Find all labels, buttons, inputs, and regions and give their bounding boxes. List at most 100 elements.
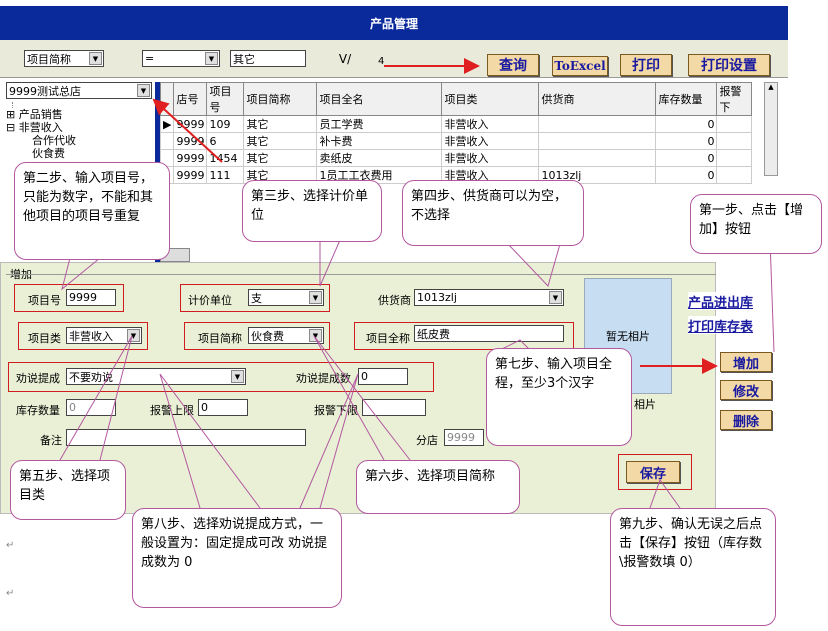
commission-num-input[interactable]: 0 bbox=[358, 368, 408, 385]
cell[interactable]: 9999 bbox=[173, 166, 208, 184]
store-select[interactable]: 9999测试总店 ▼ bbox=[6, 82, 152, 99]
cell[interactable]: 0 bbox=[655, 149, 718, 167]
cell[interactable]: 员工学费 bbox=[316, 115, 443, 133]
photo-placeholder-text: 暂无相片 bbox=[606, 330, 650, 343]
callout-step9: 第九步、确认无误之后点击【保存】按钮（库存数\报警数填 0） bbox=[610, 508, 776, 626]
cell[interactable]: 卖纸皮 bbox=[316, 149, 443, 167]
grid-scrollbar[interactable]: ▲ bbox=[764, 82, 778, 176]
col-header[interactable]: 报警下 bbox=[716, 82, 753, 116]
col-header[interactable]: 供货商 bbox=[538, 82, 657, 116]
tree-item-agent-collect[interactable]: 合作代收 bbox=[32, 134, 156, 147]
print-stock-link[interactable]: 打印库存表 bbox=[688, 316, 774, 334]
cell[interactable]: 9999 bbox=[173, 132, 208, 150]
search-operator-value: = bbox=[145, 52, 155, 65]
paragraph-mark: ↵ bbox=[6, 588, 15, 599]
expand-icon[interactable]: ⊞ bbox=[6, 108, 15, 121]
col-header[interactable]: 库存数量 bbox=[655, 82, 718, 116]
search-value-text: 其它 bbox=[233, 52, 255, 66]
cell[interactable]: 其它 bbox=[243, 115, 318, 133]
col-header[interactable]: 项目全名 bbox=[316, 82, 443, 116]
col-header[interactable]: 项目简称 bbox=[243, 82, 318, 116]
tree-item-nonrevenue[interactable]: ⊟ 非营收入 bbox=[6, 121, 156, 134]
table-header-row: 店号 项目号 项目简称 项目全名 项目类 供货商 库存数量 报警下 bbox=[159, 82, 753, 116]
edit-button[interactable]: 修改 bbox=[720, 380, 772, 400]
col-header[interactable]: 项目号 bbox=[206, 82, 245, 116]
row-indicator-header bbox=[159, 82, 175, 116]
cell[interactable]: 补卡费 bbox=[316, 132, 443, 150]
cell[interactable] bbox=[538, 132, 657, 150]
chevron-down-icon: ▼ bbox=[127, 329, 140, 342]
cell[interactable]: 9999 bbox=[173, 115, 208, 133]
window-title-bar: 产品管理 bbox=[0, 6, 788, 40]
table-row[interactable]: ▶ 9999 109 其它 员工学费 非营收入 0 bbox=[159, 115, 753, 133]
item-no-input[interactable]: 9999 bbox=[66, 289, 116, 306]
stock-input[interactable]: 0 bbox=[66, 399, 116, 416]
v-button[interactable]: V/ bbox=[312, 49, 378, 68]
alarm-down-label: 报警下限 bbox=[314, 404, 358, 417]
cell[interactable] bbox=[716, 149, 753, 167]
search-field-value: 项目简称 bbox=[27, 52, 71, 66]
search-field-select[interactable]: 项目简称 ▼ bbox=[24, 50, 104, 67]
cell[interactable]: 9999 bbox=[173, 149, 208, 167]
cell[interactable] bbox=[538, 115, 657, 133]
cell[interactable] bbox=[716, 132, 753, 150]
row-indicator-icon: ▶ bbox=[159, 115, 175, 133]
callout-step6: 第六步、选择项目简称 bbox=[356, 460, 520, 514]
full-name-input[interactable]: 纸皮费 bbox=[414, 325, 564, 342]
stock-in-out-link[interactable]: 产品进出库 bbox=[688, 292, 770, 310]
supplier-label: 供货商 bbox=[378, 294, 411, 307]
cell[interactable]: 109 bbox=[206, 115, 245, 133]
cell[interactable]: 非营收入 bbox=[441, 149, 540, 167]
table-row[interactable]: 9999 1454 其它 卖纸皮 非营收入 0 bbox=[159, 149, 753, 167]
unit-label: 计价单位 bbox=[188, 294, 232, 307]
search-value-input[interactable]: 其它 bbox=[230, 50, 306, 67]
query-button[interactable]: 查询 bbox=[487, 54, 539, 76]
branch-input[interactable]: 9999 bbox=[444, 429, 484, 446]
cell[interactable]: 0 bbox=[655, 166, 718, 184]
collapse-icon[interactable]: ⊟ bbox=[6, 121, 15, 134]
cell[interactable] bbox=[716, 166, 753, 184]
table-row[interactable]: 9999 6 其它 补卡费 非营收入 0 bbox=[159, 132, 753, 150]
tree-item-label: 产品销售 bbox=[18, 108, 63, 121]
cell[interactable]: 1454 bbox=[206, 149, 245, 167]
col-header[interactable]: 店号 bbox=[173, 82, 208, 116]
cell[interactable]: 111 bbox=[206, 166, 245, 184]
item-table: 店号 项目号 项目简称 项目全名 项目类 供货商 库存数量 报警下 ▶ 9999… bbox=[159, 82, 753, 184]
supplier-value: 1013zlj bbox=[417, 291, 457, 304]
col-header[interactable]: 项目类 bbox=[441, 82, 540, 116]
tree-item-products[interactable]: ⊞ 产品销售 bbox=[6, 108, 156, 121]
print-button[interactable]: 打印 bbox=[620, 54, 672, 76]
unit-select[interactable]: 支 ▼ bbox=[248, 289, 324, 306]
supplier-select[interactable]: 1013zlj ▼ bbox=[414, 289, 564, 306]
cell[interactable]: 其它 bbox=[243, 132, 318, 150]
cell[interactable]: 其它 bbox=[243, 149, 318, 167]
callout-step8: 第八步、选择劝说提成方式，一般设置为：固定提成可改 劝说提成数为 0 bbox=[132, 508, 342, 608]
item-no-label: 项目号 bbox=[28, 294, 61, 307]
cell[interactable]: 非营收入 bbox=[441, 115, 540, 133]
alarm-down-input[interactable] bbox=[362, 399, 426, 416]
chevron-down-icon: ▼ bbox=[309, 329, 322, 342]
scroll-up-icon[interactable]: ▲ bbox=[765, 83, 777, 91]
cell[interactable] bbox=[538, 149, 657, 167]
cell[interactable] bbox=[716, 115, 753, 133]
short-name-select[interactable]: 伙食费 ▼ bbox=[248, 327, 324, 344]
delete-button[interactable]: 删除 bbox=[720, 410, 772, 430]
type-select[interactable]: 非营收入 ▼ bbox=[66, 327, 142, 344]
callout-step5: 第五步、选择项目类 bbox=[10, 460, 126, 520]
search-operator-select[interactable]: = ▼ bbox=[142, 50, 220, 67]
add-button[interactable]: 增加 bbox=[720, 352, 772, 372]
remark-input[interactable] bbox=[66, 429, 306, 446]
save-button[interactable]: 保存 bbox=[626, 461, 680, 483]
commission-num-label: 劝说提成数 bbox=[296, 372, 351, 385]
unit-value: 支 bbox=[251, 291, 262, 305]
cell[interactable]: 非营收入 bbox=[441, 132, 540, 150]
divider bbox=[6, 274, 716, 275]
commission-select[interactable]: 不要劝说 ▼ bbox=[66, 368, 246, 385]
alarm-up-input[interactable]: 0 bbox=[198, 399, 248, 416]
to-excel-button[interactable]: ToExcel bbox=[552, 56, 608, 76]
tree-item-meals[interactable]: 伙食费 bbox=[32, 147, 156, 160]
cell[interactable]: 0 bbox=[655, 132, 718, 150]
cell[interactable]: 0 bbox=[655, 115, 718, 133]
cell[interactable]: 6 bbox=[206, 132, 245, 150]
print-setup-button[interactable]: 打印设置 bbox=[688, 54, 770, 76]
